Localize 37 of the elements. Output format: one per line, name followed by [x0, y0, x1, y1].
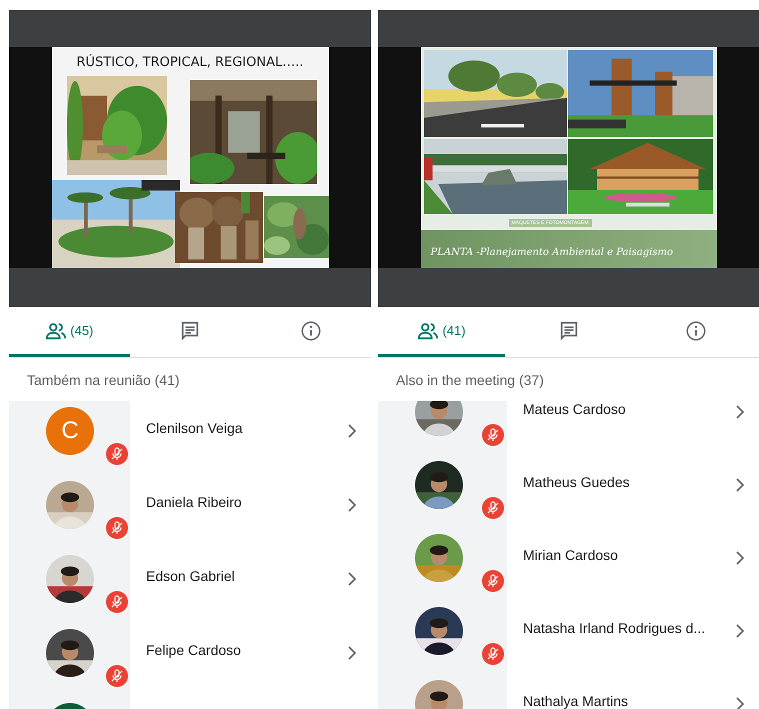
- participant-item[interactable]: Felipe Cardoso: [130, 623, 371, 697]
- section-heading: Também na reunião (41): [26, 370, 181, 390]
- section-heading: Also in the meeting (37): [395, 370, 545, 390]
- avatar: C: [46, 407, 94, 455]
- chevron-icon: [347, 646, 357, 660]
- participant-name: Mirian Cardoso: [523, 548, 619, 563]
- chevron-icon: [347, 572, 357, 586]
- info-icon: [300, 320, 322, 342]
- participant-name: Mateus Cardoso: [523, 402, 627, 417]
- participant-name: Nathalya Martins: [523, 694, 630, 709]
- info-icon: [684, 320, 706, 342]
- chevron-icon: [735, 551, 745, 565]
- chat-icon: [179, 320, 201, 342]
- participant-name: Natasha Irland Rodrigues d...: [523, 621, 706, 636]
- participant-item[interactable]: Daniela Ribeiro: [130, 475, 371, 549]
- slide-footer: PLANTA -Planejamento Ambiental e Paisagismo: [430, 247, 673, 258]
- people-tab[interactable]: (41): [378, 307, 505, 357]
- chevron-icon: [347, 424, 357, 438]
- participant-item[interactable]: Clenilson Veiga: [130, 401, 371, 475]
- chevron-icon: [735, 405, 745, 419]
- participant-item[interactable]: Mirian Cardoso: [507, 528, 759, 601]
- people-tab[interactable]: (45): [9, 307, 130, 357]
- chevron-icon: [735, 697, 745, 709]
- participant-item[interactable]: Natasha Irland Rodrigues d...: [507, 601, 759, 674]
- participant-item[interactable]: Edson Gabriel: [130, 549, 371, 623]
- participant-name: Edson Gabriel: [146, 569, 236, 584]
- participant-name: Daniela Ribeiro: [146, 495, 243, 510]
- participant-name: Matheus Guedes: [523, 475, 631, 490]
- chevron-icon: [735, 624, 745, 638]
- participant-name: Clenilson Veiga: [146, 421, 244, 436]
- chevron-icon: [347, 498, 357, 512]
- participant-item[interactable]: Nathalya Martins: [507, 674, 759, 709]
- chevron-icon: [735, 478, 745, 492]
- participant-item[interactable]: Mateus Cardoso: [507, 401, 759, 455]
- slide-title: RÚSTICO, TROPICAL, REGIONAL…..: [75, 55, 305, 70]
- participant-name: Felipe Cardoso: [146, 643, 242, 658]
- participant-item[interactable]: Matheus Guedes: [507, 455, 759, 528]
